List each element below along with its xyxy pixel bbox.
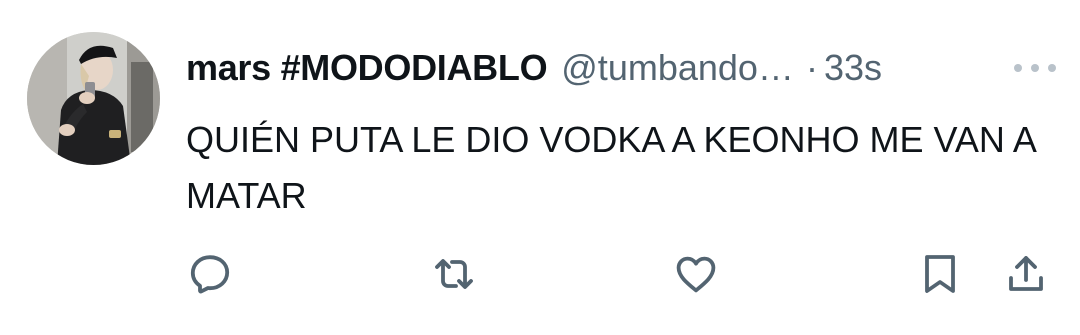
share-icon bbox=[1009, 256, 1043, 291]
tweet-text: QUIÉN PUTA LE DIO VODKA A KEONHO ME VAN … bbox=[186, 119, 1035, 216]
retweet-icon bbox=[435, 259, 473, 289]
user-handle[interactable]: @tumbando… bbox=[561, 46, 794, 90]
heart-icon bbox=[676, 256, 716, 293]
avatar-photo bbox=[27, 32, 160, 165]
reply-icon bbox=[190, 255, 230, 294]
more-options-icon[interactable] bbox=[1014, 58, 1056, 78]
tweet-header: mars #MODODIABLO @tumbando… · 33s bbox=[186, 46, 882, 90]
share-button[interactable] bbox=[1000, 248, 1052, 300]
separator-dot: · bbox=[805, 47, 818, 88]
bookmark-button[interactable] bbox=[914, 248, 966, 300]
display-name[interactable]: mars #MODODIABLO bbox=[186, 46, 548, 90]
retweet-button[interactable] bbox=[428, 248, 480, 300]
tweet-card[interactable]: mars #MODODIABLO @tumbando… · 33s QUIÉN … bbox=[0, 0, 1080, 335]
timestamp[interactable]: 33s bbox=[824, 46, 882, 90]
bookmark-icon bbox=[925, 255, 955, 293]
like-button[interactable] bbox=[670, 248, 722, 300]
reply-button[interactable] bbox=[184, 248, 236, 300]
avatar[interactable] bbox=[27, 32, 160, 165]
